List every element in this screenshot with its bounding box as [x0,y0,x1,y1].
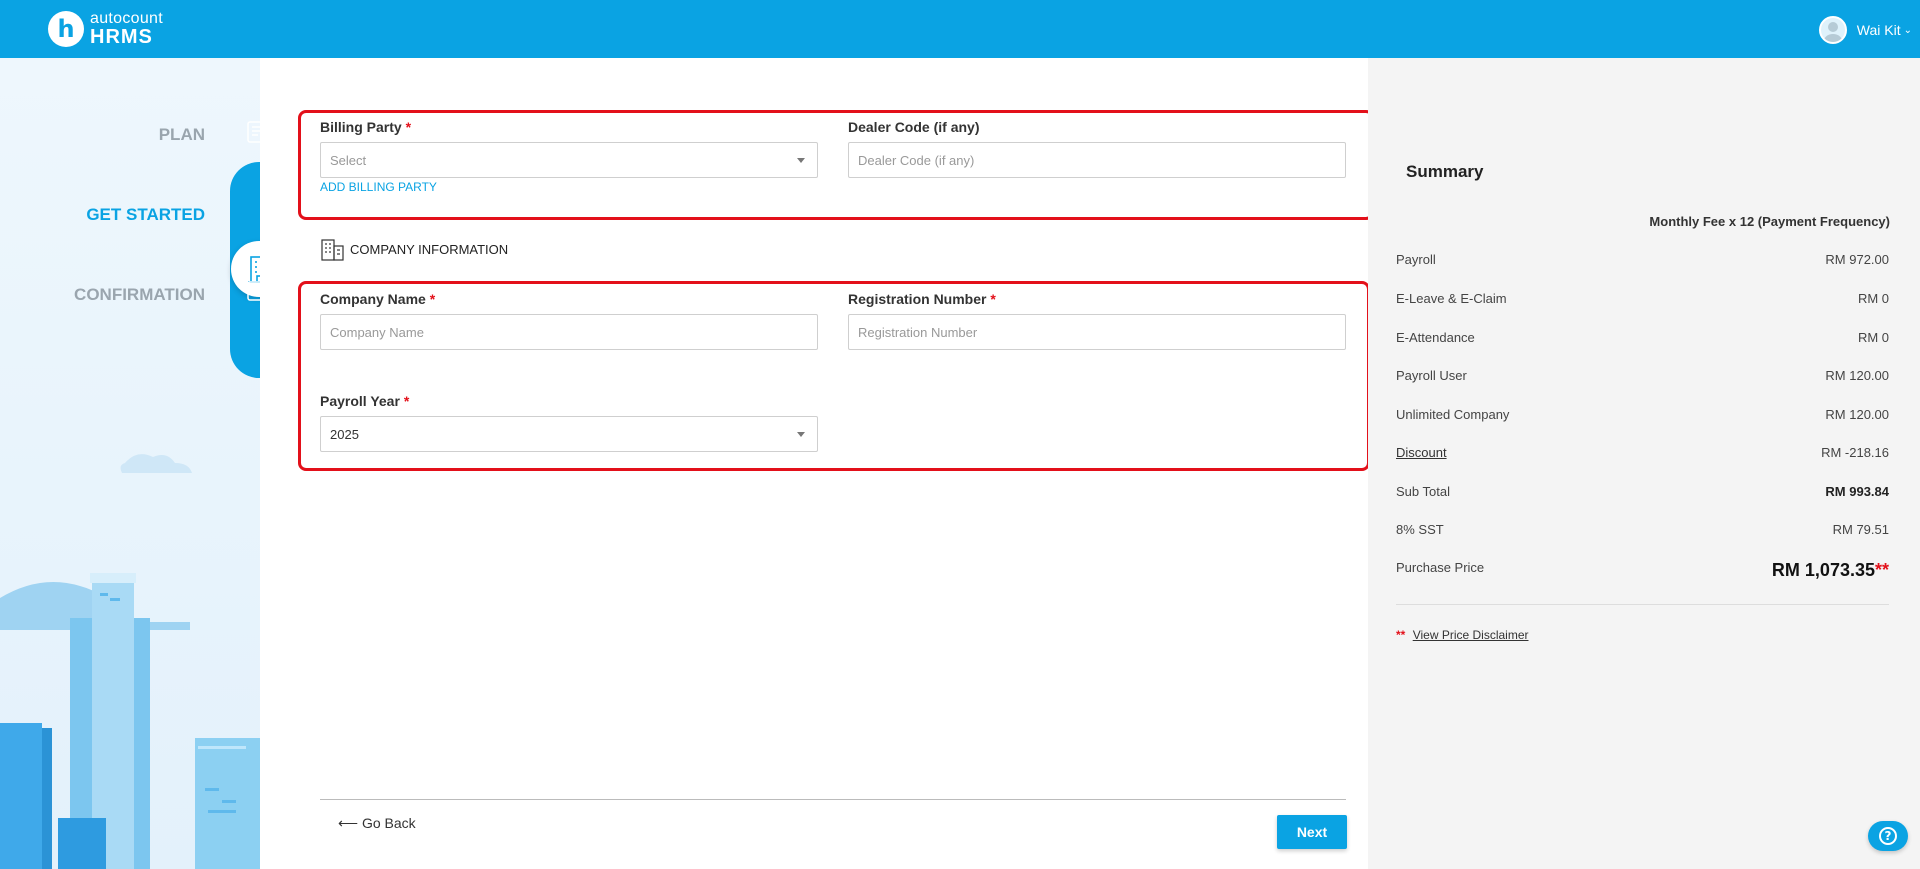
summary-row-subtotal: Sub Total RM 993.84 [1396,484,1889,499]
avatar [1818,16,1847,44]
billing-party-label: Billing Party * [320,119,411,135]
billing-party-label-text: Billing Party [320,119,402,135]
registration-number-label: Registration Number * [848,291,996,307]
user-name: Wai Kit [1856,22,1901,38]
required-mark: * [403,393,410,409]
registration-number-input[interactable]: Registration Number [848,314,1346,350]
summary-row-value: RM 972.00 [1825,252,1889,267]
summary-row-value: RM -218.16 [1821,445,1889,460]
logo-mark: h [48,11,84,47]
confirmation-icon[interactable] [242,275,260,309]
dealer-code-input[interactable]: Dealer Code (if any) [848,142,1346,178]
summary-title: Summary [1406,162,1484,181]
help-button[interactable]: ? [1868,821,1908,851]
add-billing-party-link[interactable]: ADD BILLING PARTY [320,180,437,194]
summary-row-label: Payroll [1396,252,1436,267]
summary-row-value: RM 120.00 [1825,407,1889,422]
summary-row-value: RM 120.00 [1825,368,1889,383]
caret-down-icon [797,432,805,437]
summary-row-label: E-Attendance [1396,330,1475,345]
purchase-price-amount: RM 1,073.35 [1771,560,1875,580]
registration-number-label-text: Registration Number [848,291,987,307]
summary-row-value: RM 0 [1857,330,1889,345]
billing-party-placeholder: Select [330,152,367,168]
summary-row-value: RM 993.84 [1825,484,1889,499]
user-menu[interactable]: Wai Kit ⌄ [1818,16,1912,44]
step-plan-label[interactable]: PLAN [5,125,205,145]
company-information-title: COMPANY INFORMATION [350,241,509,257]
summary-row-value: RM 79.51 [1832,522,1889,537]
help-icon: ? [1879,827,1897,845]
go-back-link[interactable]: ⟵ Go Back [338,815,416,832]
summary-row-value: RM 0 [1857,291,1889,306]
purchase-price-asterisks: ** [1874,560,1889,580]
purchase-price-label: Purchase Price [1396,560,1485,575]
autocount-hrms-logo[interactable]: h autocount HRMS [48,11,163,47]
plan-icon[interactable] [242,115,260,149]
company-name-input[interactable]: Company Name [320,314,818,350]
steps-sidebar: PLAN GET STARTED CONFIRMATION [0,58,260,869]
logo-text: autocount HRMS [90,10,163,48]
summary-panel: Summary Monthly Fee x 12 (Payment Freque… [1368,58,1920,869]
discount-link[interactable]: Discount [1396,445,1447,460]
payroll-year-value: 2025 [330,426,359,442]
dealer-code-placeholder: Dealer Code (if any) [858,152,975,168]
summary-row-label: Payroll User [1396,368,1467,383]
chevron-down-icon: ⌄ [1903,24,1912,36]
payment-frequency: Monthly Fee x 12 (Payment Frequency) [1649,214,1890,229]
company-name-label: Company Name * [320,291,435,307]
next-button[interactable]: Next [1277,815,1347,849]
summary-divider [1396,604,1889,605]
purchase-price-value: RM 1,073.35** [1772,560,1889,581]
summary-row-payroll-user: Payroll User RM 120.00 [1396,368,1889,383]
company-building-icon [321,239,344,261]
payroll-year-label-text: Payroll Year [320,393,400,409]
summary-row-discount: Discount RM -218.16 [1396,445,1889,460]
billing-party-select[interactable]: Select [320,142,818,178]
required-mark: * [405,119,412,135]
registration-number-placeholder: Registration Number [858,324,978,340]
dealer-code-label: Dealer Code (if any) [848,119,980,135]
disclaimer-asterisks: ** [1396,628,1406,642]
required-mark: * [429,291,436,307]
summary-row-label: Sub Total [1396,484,1450,499]
summary-row-purchase-price: Purchase Price RM 1,073.35** [1396,560,1889,581]
logo-product-line: HRMS [90,26,153,48]
main-form-area: Billing Party * Select ADD BILLING PARTY… [260,58,1374,869]
summary-row-label: E-Leave & E-Claim [1396,291,1507,306]
company-name-label-text: Company Name [320,291,426,307]
company-information-heading: COMPANY INFORMATION [320,236,508,262]
summary-row-label: Unlimited Company [1396,407,1510,422]
view-price-disclaimer-link[interactable]: View Price Disclaimer [1413,628,1529,642]
company-name-placeholder: Company Name [330,324,424,340]
payroll-year-label: Payroll Year * [320,393,409,409]
required-mark: * [990,291,996,307]
cityscape-illustration [0,454,260,869]
summary-row-sst: 8% SST RM 79.51 [1396,522,1889,537]
summary-row-eattendance: E-Attendance RM 0 [1396,330,1889,345]
logo-brand-line: autocount [90,10,163,27]
caret-down-icon [797,158,805,163]
summary-row-label: 8% SST [1396,522,1444,537]
summary-row-eleave-eclaim: E-Leave & E-Claim RM 0 [1396,291,1889,306]
summary-row-payroll: Payroll RM 972.00 [1396,252,1889,267]
payroll-year-select[interactable]: 2025 [320,416,818,452]
summary-row-unlimited-company: Unlimited Company RM 120.00 [1396,407,1889,422]
top-header: h autocount HRMS Wai Kit ⌄ [0,0,1920,58]
footer-divider [320,799,1346,800]
step-confirmation-label[interactable]: CONFIRMATION [5,285,205,305]
price-disclaimer: ** View Price Disclaimer [1396,628,1529,642]
step-get-started-label[interactable]: GET STARTED [5,205,205,225]
